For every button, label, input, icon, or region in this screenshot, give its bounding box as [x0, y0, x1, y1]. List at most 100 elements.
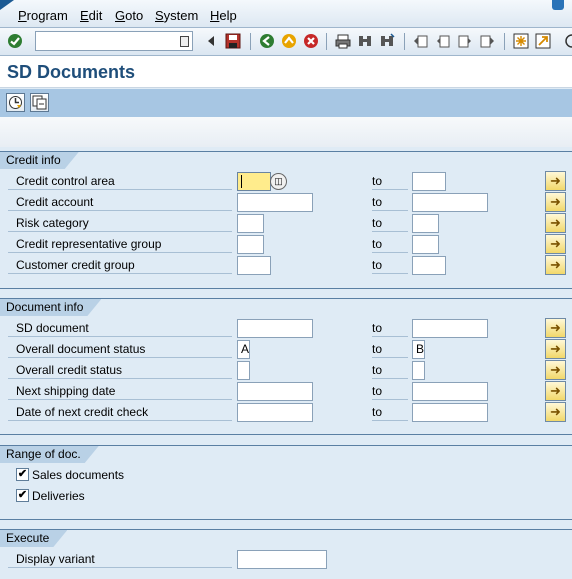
to-label: to	[372, 405, 408, 421]
to-label: to	[372, 384, 408, 400]
menu-help[interactable]: Help	[210, 8, 237, 23]
menu-goto[interactable]: Goto	[115, 8, 143, 23]
back-arrow-icon[interactable]	[202, 32, 220, 50]
range-of-doc-section: Range of doc. ✔ Sales documents ✔ Delive…	[0, 445, 572, 521]
first-page-icon[interactable]	[412, 32, 430, 50]
execute-section: Execute Display variant	[0, 529, 572, 579]
multiple-selection-icon[interactable]: ➜	[545, 213, 566, 233]
multiple-selection-icon[interactable]: ➜	[545, 339, 566, 359]
credit-info-tab: Credit info	[0, 152, 79, 169]
sap-corner-icon	[0, 0, 14, 10]
credit-account-label: Credit account	[8, 195, 232, 211]
credit-control-area-from-input[interactable]	[237, 172, 271, 191]
deliveries-label: Deliveries	[32, 489, 85, 503]
enter-icon[interactable]	[6, 32, 24, 50]
sales-documents-label: Sales documents	[32, 468, 125, 482]
multiple-selection-icon[interactable]: ➜	[545, 360, 566, 380]
multiple-selection-icon[interactable]: ➜	[545, 402, 566, 422]
sd-document-label: SD document	[8, 321, 232, 337]
sd-document-from-input[interactable]	[237, 319, 313, 338]
menu-system[interactable]: System	[155, 8, 198, 23]
multiple-selection-icon[interactable]: ➜	[545, 192, 566, 212]
shortcut-icon[interactable]	[534, 32, 552, 50]
multiple-selection-icon[interactable]: ➜	[545, 234, 566, 254]
credit-control-area-to-input[interactable]	[412, 172, 446, 191]
layout-menu-icon[interactable]	[560, 32, 572, 50]
menu-edit[interactable]: Edit	[80, 8, 102, 23]
toolbar-separator	[404, 33, 405, 50]
sales-documents-row: ✔ Sales documents	[0, 465, 572, 486]
deliveries-checkbox[interactable]: ✔	[16, 489, 29, 502]
to-label: to	[372, 174, 408, 190]
execute-icon[interactable]	[6, 93, 25, 112]
multiple-selection-icon[interactable]: ➜	[545, 171, 566, 191]
overall-document-status-to-input[interactable]: B	[412, 340, 425, 359]
customer-credit-group-to-input[interactable]	[412, 256, 446, 275]
last-page-icon[interactable]	[478, 32, 496, 50]
title-bar: SD Documents	[0, 56, 572, 88]
next-shipping-date-row: Next shipping date to ➜	[0, 381, 572, 402]
credit-rep-group-to-input[interactable]	[412, 235, 439, 254]
toolbar-separator	[250, 33, 251, 50]
overall-credit-status-to-input[interactable]	[412, 361, 425, 380]
selection-header	[0, 117, 572, 147]
print-icon[interactable]	[334, 32, 352, 50]
value-help-icon[interactable]: ◫	[270, 173, 287, 190]
credit-account-from-input[interactable]	[237, 193, 313, 212]
credit-info-section: Credit info Credit control area ◫ to ➜ C…	[0, 151, 572, 290]
document-info-tab: Document info	[0, 299, 101, 316]
toolbar-separator	[504, 33, 505, 50]
command-dropdown-icon[interactable]	[180, 36, 189, 47]
multiple-selection-icon[interactable]: ➜	[545, 381, 566, 401]
deliveries-row: ✔ Deliveries	[0, 486, 572, 507]
risk-category-from-input[interactable]	[237, 214, 264, 233]
to-label: to	[372, 237, 408, 253]
new-session-icon[interactable]	[512, 32, 530, 50]
next-shipping-date-to-input[interactable]	[412, 382, 488, 401]
next-credit-check-from-input[interactable]	[237, 403, 313, 422]
sd-document-row: SD document to ➜	[0, 318, 572, 339]
find-icon[interactable]	[356, 32, 374, 50]
section-divider	[0, 288, 572, 289]
credit-control-area-row: Credit control area ◫ to ➜	[0, 171, 572, 192]
menu-bar: Program Edit Goto System Help	[0, 0, 572, 28]
customer-credit-group-label: Customer credit group	[8, 258, 232, 274]
exit-icon[interactable]	[280, 32, 298, 50]
to-label: to	[372, 342, 408, 358]
credit-rep-group-label: Credit representative group	[8, 237, 232, 253]
risk-category-to-input[interactable]	[412, 214, 439, 233]
display-variant-input[interactable]	[237, 550, 327, 569]
sd-document-to-input[interactable]	[412, 319, 488, 338]
next-credit-check-label: Date of next credit check	[8, 405, 232, 421]
credit-account-to-input[interactable]	[412, 193, 488, 212]
back-icon[interactable]	[258, 32, 276, 50]
overall-document-status-label: Overall document status	[8, 342, 232, 358]
range-of-doc-tab: Range of doc.	[0, 446, 99, 463]
to-label: to	[372, 216, 408, 232]
previous-page-icon[interactable]	[434, 32, 452, 50]
system-icon[interactable]	[552, 0, 564, 10]
sales-documents-checkbox[interactable]: ✔	[16, 468, 29, 481]
multiple-selection-icon[interactable]: ➜	[545, 255, 566, 275]
save-icon[interactable]	[224, 32, 242, 50]
multiple-selection-icon[interactable]: ➜	[545, 318, 566, 338]
menu-program[interactable]: Program	[18, 8, 68, 23]
credit-rep-group-from-input[interactable]	[237, 235, 264, 254]
next-page-icon[interactable]	[456, 32, 474, 50]
overall-credit-status-label: Overall credit status	[8, 363, 232, 379]
customer-credit-group-from-input[interactable]	[237, 256, 271, 275]
next-credit-check-to-input[interactable]	[412, 403, 488, 422]
find-next-icon[interactable]	[378, 32, 396, 50]
document-info-section: Document info SD document to ➜ Overall d…	[0, 298, 572, 436]
credit-account-row: Credit account to ➜	[0, 192, 572, 213]
command-field[interactable]	[35, 31, 193, 51]
variant-icon[interactable]	[30, 93, 49, 112]
overall-credit-status-from-input[interactable]	[237, 361, 250, 380]
cancel-icon[interactable]	[302, 32, 320, 50]
risk-category-row: Risk category to ➜	[0, 213, 572, 234]
overall-document-status-row: Overall document status A to B ➜	[0, 339, 572, 360]
next-shipping-date-label: Next shipping date	[8, 384, 232, 400]
overall-document-status-from-input[interactable]: A	[237, 340, 250, 359]
credit-rep-group-row: Credit representative group to ➜	[0, 234, 572, 255]
next-shipping-date-from-input[interactable]	[237, 382, 313, 401]
